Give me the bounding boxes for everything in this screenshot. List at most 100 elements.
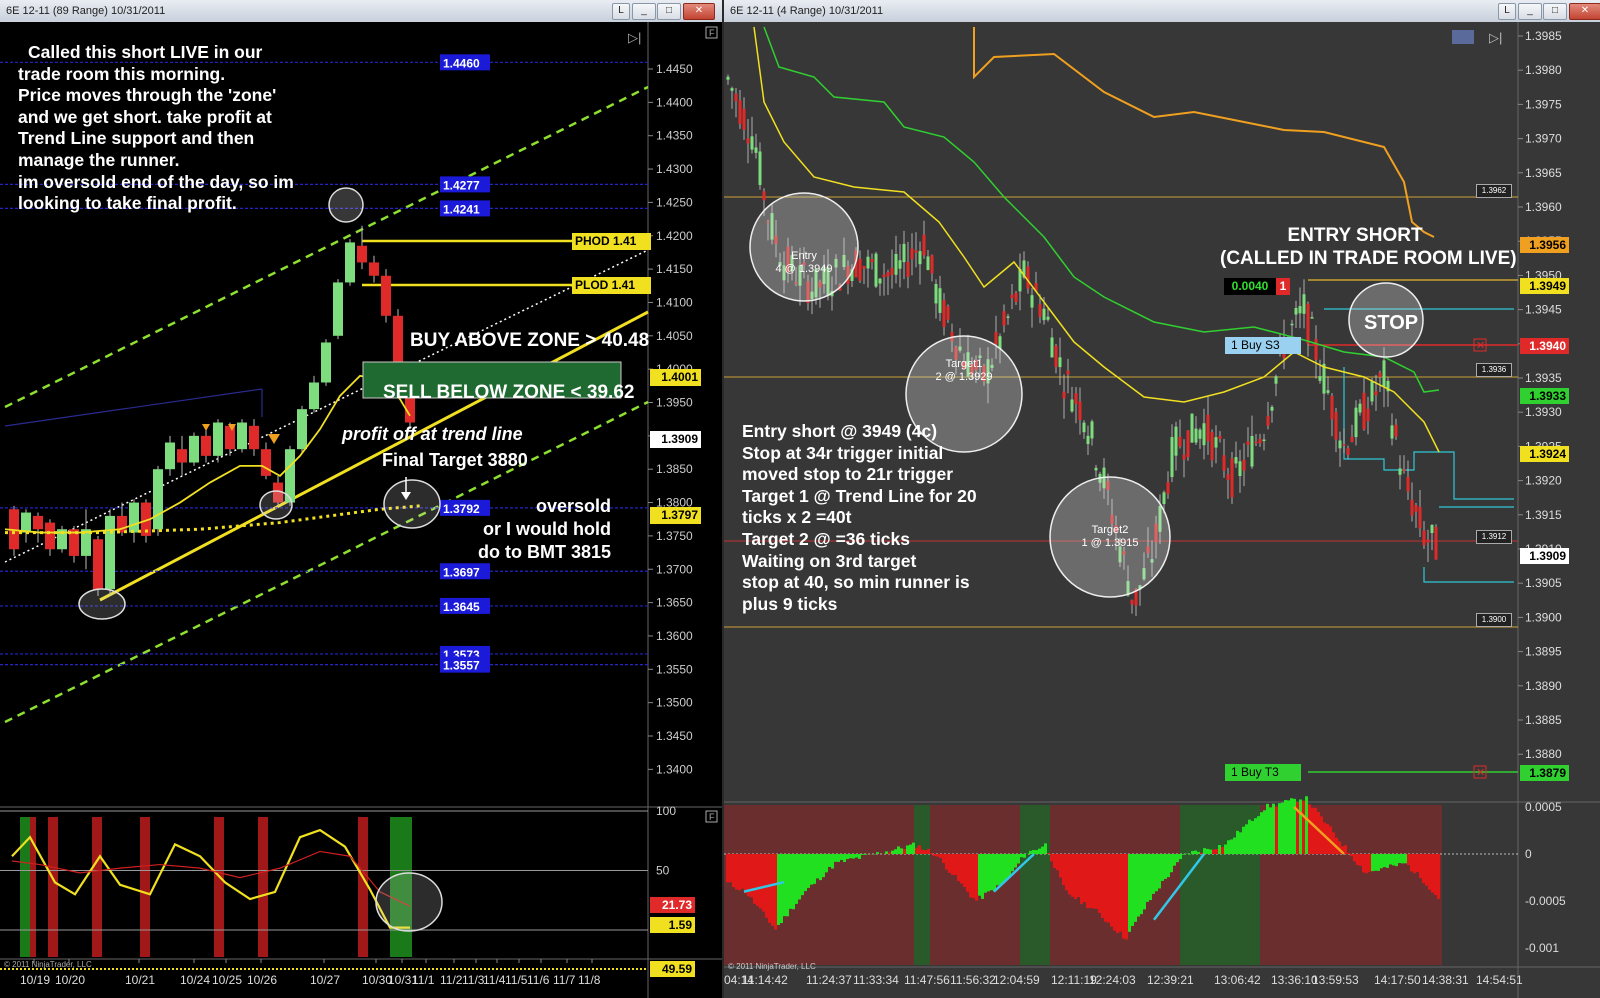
time-tick: 12:39:21 — [1147, 973, 1194, 987]
date-tick: 10/24 — [180, 973, 210, 987]
price-tick: 1.4300 — [656, 162, 693, 176]
note-line: or I would hold — [483, 519, 612, 539]
candle — [309, 382, 319, 410]
buy-t3-order[interactable]: 1 Buy T3 — [1225, 764, 1301, 781]
time-tick: 12:24:03 — [1089, 973, 1136, 987]
date-tick: 11/3 — [462, 973, 485, 987]
price-tick: 1.3915 — [1525, 508, 1562, 522]
right-chart-window: 6E 12-11 (4 Range) 10/31/2011 L _ □ ✕ 1.… — [724, 0, 1600, 998]
price-tag-cur: 1.3909 — [1520, 548, 1569, 564]
note-line: moved stop to 21r trigger — [742, 464, 954, 485]
note-line: manage the runner. — [18, 149, 180, 170]
date-tick: 10/27 — [310, 973, 340, 987]
price-tick: 1.4050 — [656, 329, 693, 343]
price-tick: 1.3600 — [656, 629, 693, 643]
left-close-button[interactable]: ✕ — [683, 3, 715, 20]
price-tag-t3: 1.3933 — [1520, 388, 1569, 404]
osc-tick: -0.001 — [1525, 941, 1559, 955]
note-line: Target1 — [945, 358, 983, 370]
dotted-moving-average — [5, 504, 421, 535]
right-close-button[interactable]: ✕ — [1569, 3, 1600, 20]
level-tag: 1.3645 — [443, 600, 480, 614]
time-tick: 13:06:42 — [1214, 973, 1261, 987]
osc-bar — [48, 817, 58, 957]
small-level-tag: 1.3900 — [1476, 613, 1512, 627]
osc-yellow-tag: 1.59 — [650, 917, 695, 933]
entry-circle — [749, 192, 859, 302]
candle — [249, 425, 259, 450]
play-icon[interactable]: ▷| — [628, 30, 641, 45]
left-link-button[interactable]: L — [612, 3, 630, 20]
osc-tick: 100 — [656, 804, 676, 818]
price-tick: 1.4250 — [656, 195, 693, 209]
candle — [153, 469, 163, 530]
candle — [225, 425, 235, 450]
price-tick: 1.3970 — [1525, 132, 1562, 146]
phod-tag: PHOD 1.41 — [572, 233, 651, 250]
note-line: and we get short. take profit at — [18, 106, 272, 127]
left-chart-window: 6E 12-11 (89 Range) 10/31/2011 L _ □ ✕ 1… — [0, 0, 724, 998]
note-line: looking to take final profit. — [18, 193, 237, 214]
right-oscillator-panel: 0.0005 0 -0.0005 -0.001 — [724, 796, 1566, 965]
note-line: Trend Line support and then — [18, 128, 255, 149]
note-line: ENTRY SHORT — [1287, 225, 1423, 246]
price-tick: 1.3960 — [1525, 200, 1562, 214]
play-icon[interactable]: ▷| — [1489, 30, 1502, 45]
small-level-tag: 1.3962 — [1476, 184, 1512, 198]
price-tick: 1.3965 — [1525, 166, 1562, 180]
date-tick: 10/19 — [20, 973, 50, 987]
date-tick: 11/8 — [578, 973, 601, 987]
price-tick: 1.3945 — [1525, 303, 1562, 317]
date-tick: 11/1 — [412, 973, 435, 987]
candle — [345, 242, 355, 283]
right-titlebar[interactable]: 6E 12-11 (4 Range) 10/31/2011 L _ □ ✕ — [724, 0, 1600, 22]
price-tag-stop: 1.3940 — [1520, 338, 1569, 354]
candle — [33, 515, 43, 530]
note-line: Stop at 34r trigger initial — [742, 442, 944, 463]
osc-slow-line — [11, 850, 411, 907]
price-tick: 1.4400 — [656, 95, 693, 109]
time-tick: 14:54:51 — [1476, 973, 1523, 987]
small-level-tag: 1.3936 — [1476, 363, 1512, 377]
price-tick: 1.3890 — [1525, 679, 1562, 693]
left-restore-button[interactable]: □ — [657, 3, 681, 20]
buy-s3-order[interactable]: 1 Buy S3 — [1225, 337, 1301, 354]
right-restore-button[interactable]: □ — [1543, 3, 1567, 20]
price-tag-t2: 1.3949 — [1520, 278, 1569, 294]
candle — [213, 422, 223, 456]
price-tick: 1.3700 — [656, 562, 693, 576]
price-tick: 1.3895 — [1525, 645, 1562, 659]
price-tick: 1.4450 — [656, 62, 693, 76]
price-tag-t1: 1.3956 — [1520, 237, 1569, 253]
left-titlebar[interactable]: 6E 12-11 (89 Range) 10/31/2011 L _ □ ✕ — [0, 0, 722, 22]
price-tick: 1.3935 — [1525, 371, 1562, 385]
note-line: Entry short @ 3949 (4c) — [742, 421, 938, 441]
level-tag: 1.3792 — [443, 502, 480, 516]
target1-circle-label: Target1 2 @ 1.3929 — [924, 358, 1004, 384]
dom-icon[interactable] — [1452, 30, 1474, 44]
note-line: trade room this morning. — [18, 63, 226, 84]
time-tick: 13:36:10 — [1271, 973, 1318, 987]
copyright-right: © 2011 NinjaTrader, LLC — [728, 962, 816, 971]
low-circle — [78, 588, 126, 620]
price-tick: 1.3400 — [656, 762, 693, 776]
right-minimize-button[interactable]: _ — [1518, 3, 1542, 20]
level-tag: 1.4460 — [443, 56, 480, 70]
final-target-circle — [383, 479, 441, 529]
thin-blue-line — [4, 388, 263, 427]
orange-arrow-icon — [202, 424, 210, 431]
left-oscillator-panel: 100 50 — [0, 804, 676, 970]
date-tick: 11/2 — [440, 973, 463, 987]
date-tick: 10/26 — [247, 973, 277, 987]
note-line: im oversold end of the day, so im — [18, 171, 294, 192]
left-minimize-button[interactable]: _ — [632, 3, 656, 20]
right-link-button[interactable]: L — [1498, 3, 1516, 20]
pnl-qty[interactable]: 1 — [1276, 278, 1290, 295]
note-line: plus 9 ticks — [742, 593, 838, 614]
note-line: Target 2 @ =36 ticks — [742, 528, 911, 549]
date-tick: 11/7 — [553, 973, 576, 987]
entry-short-label: ENTRY SHORT (CALLED IN TRADE ROOM LIVE) — [1220, 224, 1517, 270]
osc-bar — [140, 817, 150, 957]
candle — [45, 522, 55, 550]
note-line: Target 1 @ Trend Line for 20 — [742, 485, 977, 506]
